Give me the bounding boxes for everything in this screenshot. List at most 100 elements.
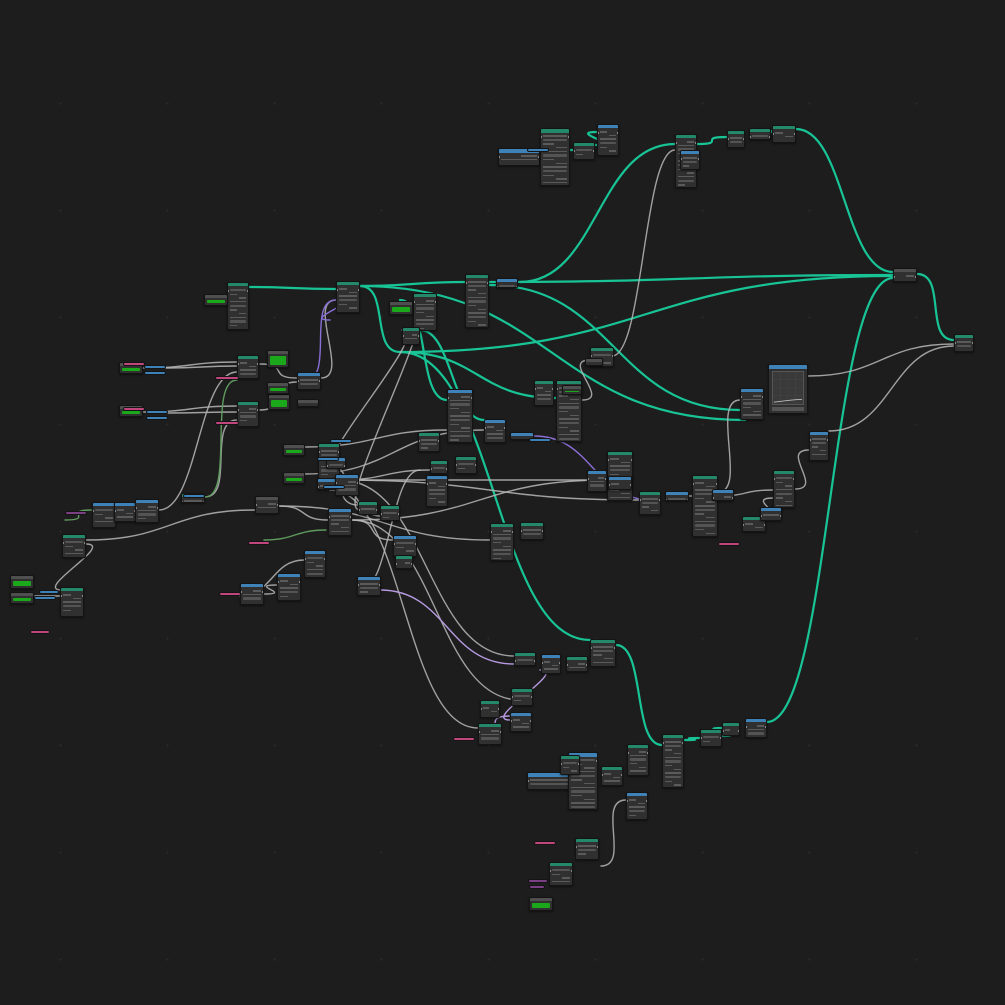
node-field[interactable]: [683, 160, 697, 164]
node-field[interactable]: [629, 810, 645, 813]
output-socket[interactable]: [659, 499, 660, 501]
node-header[interactable]: [390, 302, 412, 305]
value-swatch[interactable]: [13, 581, 31, 586]
output-socket[interactable]: [435, 301, 436, 303]
input-socket[interactable]: [358, 584, 359, 586]
node-field[interactable]: [321, 469, 337, 472]
node-header[interactable]: [681, 151, 699, 154]
input-socket[interactable]: [640, 499, 641, 501]
node-header[interactable]: [511, 433, 533, 436]
node[interactable]: [749, 128, 771, 140]
node-field[interactable]: [530, 782, 568, 786]
value-swatch[interactable]: [392, 307, 410, 312]
node-header[interactable]: [773, 126, 795, 129]
node-field[interactable]: [487, 437, 503, 440]
node-field[interactable]: [421, 442, 437, 446]
node-field[interactable]: [514, 695, 530, 698]
node-field[interactable]: [450, 403, 470, 406]
node[interactable]: [255, 496, 279, 514]
output-socket[interactable]: [596, 760, 597, 762]
output-socket[interactable]: [972, 342, 973, 344]
node[interactable]: [510, 712, 532, 732]
output-socket[interactable]: [344, 465, 345, 467]
node-field[interactable]: [450, 434, 470, 438]
node-field[interactable]: [458, 463, 474, 466]
value-node[interactable]: [389, 301, 413, 315]
node[interactable]: [809, 431, 829, 461]
node[interactable]: [549, 862, 573, 886]
node[interactable]: [413, 293, 437, 331]
node[interactable]: [540, 128, 570, 186]
input-socket[interactable]: [723, 730, 724, 732]
value-node[interactable]: [585, 358, 603, 366]
output-socket[interactable]: [418, 335, 419, 337]
node-header[interactable]: [750, 129, 770, 132]
input-socket[interactable]: [427, 483, 428, 485]
node-field[interactable]: [230, 320, 246, 323]
reroute-pill-blue[interactable]: [146, 410, 168, 414]
node[interactable]: [520, 522, 544, 540]
node-field[interactable]: [600, 142, 616, 145]
value-node[interactable]: [283, 444, 305, 456]
node-header[interactable]: [497, 279, 517, 282]
node-field[interactable]: [499, 285, 515, 287]
output-socket[interactable]: [552, 388, 553, 390]
node[interactable]: [601, 766, 623, 786]
node-header[interactable]: [741, 389, 763, 392]
node[interactable]: [358, 501, 378, 515]
value-swatch[interactable]: [270, 388, 286, 391]
node-header[interactable]: [268, 383, 288, 386]
node-field[interactable]: [468, 300, 486, 303]
node[interactable]: [575, 838, 599, 860]
node-field[interactable]: [610, 469, 630, 472]
input-socket[interactable]: [278, 581, 279, 583]
input-socket[interactable]: [627, 800, 628, 802]
output-socket[interactable]: [319, 380, 320, 382]
reroute-pill-pink[interactable]: [718, 542, 740, 546]
input-socket[interactable]: [774, 478, 775, 480]
node[interactable]: [893, 268, 917, 282]
input-socket[interactable]: [567, 664, 568, 666]
node-header[interactable]: [11, 576, 33, 579]
input-socket[interactable]: [381, 513, 382, 515]
reroute-pill-pink[interactable]: [534, 841, 556, 845]
node-header[interactable]: [403, 328, 419, 331]
output-socket[interactable]: [203, 501, 204, 502]
output-socket[interactable]: [247, 290, 248, 292]
node[interactable]: [745, 718, 767, 738]
node-field[interactable]: [321, 453, 337, 457]
node-field[interactable]: [559, 421, 579, 425]
node-field[interactable]: [543, 154, 567, 157]
node[interactable]: [480, 700, 500, 718]
node-header[interactable]: [774, 471, 794, 474]
input-socket[interactable]: [628, 752, 629, 754]
node-header[interactable]: [431, 461, 447, 464]
output-socket[interactable]: [446, 468, 447, 470]
input-socket[interactable]: [574, 150, 575, 152]
node-header[interactable]: [955, 335, 973, 338]
node[interactable]: [740, 388, 764, 420]
node-header[interactable]: [485, 420, 505, 423]
node-field[interactable]: [559, 406, 579, 409]
node[interactable]: [590, 639, 616, 667]
output-socket[interactable]: [593, 150, 594, 152]
output-socket[interactable]: [299, 581, 300, 583]
input-socket[interactable]: [728, 138, 729, 140]
node-field[interactable]: [665, 760, 681, 763]
node[interactable]: [560, 755, 580, 775]
reroute-pill-pink[interactable]: [123, 362, 145, 366]
reroute-pill-blue[interactable]: [183, 494, 205, 498]
node-header[interactable]: [574, 143, 594, 146]
node[interactable]: [511, 688, 533, 706]
node-header[interactable]: [414, 294, 436, 297]
node-header[interactable]: [640, 492, 660, 495]
node-header[interactable]: [761, 508, 781, 511]
input-socket[interactable]: [810, 439, 811, 441]
node-header[interactable]: [627, 793, 647, 796]
output-socket[interactable]: [277, 504, 278, 506]
node-header[interactable]: [298, 400, 318, 403]
output-socket[interactable]: [504, 427, 505, 429]
node-field[interactable]: [543, 138, 567, 142]
node-field[interactable]: [396, 542, 414, 545]
input-socket[interactable]: [448, 397, 449, 399]
